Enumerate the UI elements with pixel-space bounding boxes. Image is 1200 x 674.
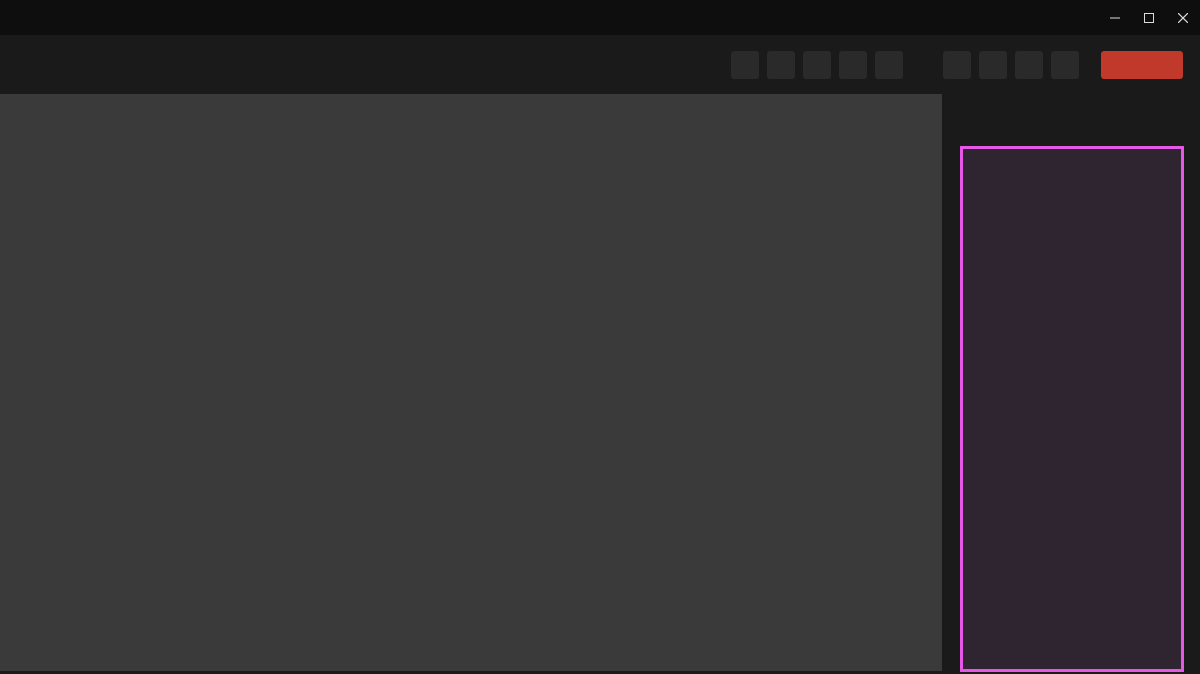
workspace <box>0 94 1200 674</box>
toolbar-button-b4[interactable] <box>1051 51 1079 79</box>
toolbar <box>0 35 1200 94</box>
toolbar-button-a3[interactable] <box>803 51 831 79</box>
maximize-icon <box>1144 13 1154 23</box>
toolbar-button-b3[interactable] <box>1015 51 1043 79</box>
toolbar-cta-button[interactable] <box>1101 51 1183 79</box>
toolbar-button-a4[interactable] <box>839 51 867 79</box>
editor-canvas[interactable] <box>0 94 942 671</box>
window-minimize-button[interactable] <box>1098 0 1132 35</box>
toolbar-button-a5[interactable] <box>875 51 903 79</box>
highlighted-side-panel[interactable] <box>960 146 1184 672</box>
toolbar-button-a2[interactable] <box>767 51 795 79</box>
window-maximize-button[interactable] <box>1132 0 1166 35</box>
toolbar-button-a1[interactable] <box>731 51 759 79</box>
minimize-icon <box>1110 13 1120 23</box>
close-icon <box>1178 13 1188 23</box>
toolbar-button-b2[interactable] <box>979 51 1007 79</box>
toolbar-button-b1[interactable] <box>943 51 971 79</box>
title-bar <box>0 0 1200 35</box>
window-close-button[interactable] <box>1166 0 1200 35</box>
